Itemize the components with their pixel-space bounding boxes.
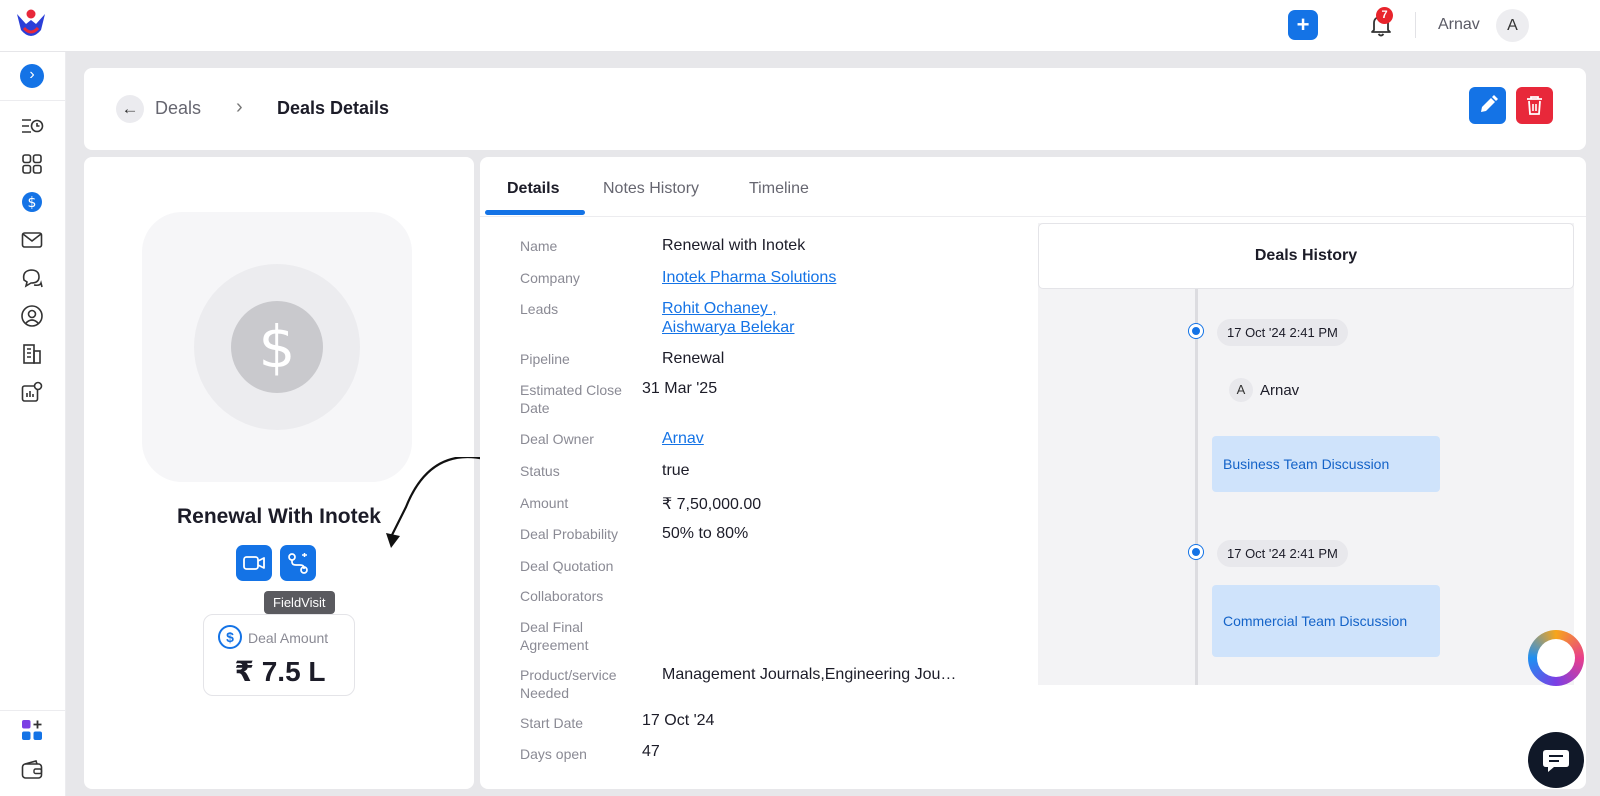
pipeline-label: Pipeline <box>520 351 570 367</box>
company-link[interactable]: Inotek Pharma Solutions <box>662 269 836 287</box>
deal-owner-label: Deal Owner <box>520 431 594 447</box>
sidebar: › $ <box>0 52 66 796</box>
assistant-ring-button[interactable] <box>1528 630 1584 686</box>
video-camera-icon <box>243 556 265 570</box>
deal-owner-link[interactable]: Arnav <box>662 430 704 448</box>
deal-title: Renewal With Inotek <box>176 505 381 528</box>
deal-amount-label: Deal Amount <box>248 630 329 646</box>
assistant-ring-center <box>1537 639 1575 677</box>
sidebar-divider-bottom <box>0 710 66 711</box>
lead-link-2[interactable]: Aishwarya Belekar <box>662 319 795 337</box>
tab-details[interactable]: Details <box>507 180 559 198</box>
history-time: 17 Oct '24 2:41 PM <box>1217 319 1348 346</box>
close-date-value: 31 Mar '25 <box>642 380 718 397</box>
timeline-dot <box>1189 324 1203 338</box>
quotation-label: Deal Quotation <box>520 558 614 574</box>
chevron-right-icon: › <box>236 96 243 118</box>
deal-summary-card: $ Renewal With Inotek FieldVisit $ Deal … <box>84 157 504 789</box>
sidebar-divider <box>0 100 66 101</box>
product-value: Management Journals,Engineering Jou… <box>662 666 957 683</box>
deals-history-panel: Deals History 17 Oct '24 2:41 PM A Arnav… <box>1038 223 1574 685</box>
apps-add-icon[interactable] <box>20 718 44 742</box>
route-pin-icon <box>288 553 308 574</box>
sidebar-expand-button[interactable]: › <box>20 64 44 88</box>
field-visit-button[interactable] <box>280 545 316 581</box>
history-time: 17 Oct '24 2:41 PM <box>1217 540 1348 567</box>
back-arrow-icon[interactable]: ← <box>116 95 144 123</box>
companies-building-icon[interactable] <box>20 342 44 366</box>
notification-count-badge: 7 <box>1376 7 1393 24</box>
topbar-divider <box>1415 12 1416 38</box>
deal-amount-card: $ Deal Amount ₹ 7.5 L <box>203 614 355 696</box>
dashboard-grid-icon[interactable] <box>20 152 44 176</box>
history-note[interactable]: Commercial Team Discussion <box>1212 585 1440 657</box>
app-logo-icon[interactable] <box>14 8 48 42</box>
name-value: Renewal with Inotek <box>662 237 806 254</box>
start-date-label: Start Date <box>520 715 584 731</box>
dollar-icon: $ <box>231 301 323 393</box>
probability-value: 50% to 80% <box>662 525 749 542</box>
dollar-circle-icon: $ <box>218 625 242 649</box>
pencil-icon <box>1481 95 1498 112</box>
delete-button[interactable] <box>1516 87 1553 124</box>
deal-image-circle: $ <box>194 264 360 430</box>
leads-label: Leads <box>520 301 559 317</box>
trash-icon <box>1527 96 1542 115</box>
history-user-name: Arnav <box>1260 382 1300 399</box>
status-label: Status <box>520 463 560 479</box>
contacts-user-icon[interactable] <box>20 304 44 328</box>
chat-bubble-icon <box>1543 750 1569 772</box>
timeline-dot <box>1189 545 1203 559</box>
user-name[interactable]: Arnav <box>1438 16 1480 34</box>
history-user-avatar: A <box>1229 378 1253 402</box>
breadcrumb-deals-link[interactable]: Deals <box>155 98 201 119</box>
active-tab-indicator <box>485 210 585 215</box>
timeline-line <box>1195 289 1198 685</box>
chat-support-button[interactable] <box>1528 732 1584 788</box>
page-title: Deals Details <box>277 98 390 118</box>
pipeline-value: Renewal <box>662 350 725 367</box>
add-new-button[interactable]: + <box>1288 10 1318 40</box>
days-open-label: Days open <box>520 746 587 762</box>
status-value: true <box>662 462 690 479</box>
name-label: Name <box>520 238 558 254</box>
chat-bubbles-icon[interactable] <box>20 266 44 290</box>
amount-value: ₹ 7,50,000.00 <box>662 496 762 513</box>
start-date-value: 17 Oct '24 <box>642 712 715 729</box>
wallet-icon[interactable] <box>20 758 44 782</box>
tab-bar: Details Notes History Timeline <box>480 157 1586 217</box>
user-avatar[interactable]: A <box>1496 9 1529 42</box>
days-open-value: 47 <box>642 743 660 760</box>
tab-timeline[interactable]: Timeline <box>749 180 809 198</box>
mail-icon[interactable] <box>20 228 44 252</box>
field-visit-tooltip: FieldVisit <box>264 591 335 614</box>
close-date-label: Estimated Close Date <box>520 382 622 416</box>
final-agreement-label: Deal Final Agreement <box>520 619 589 653</box>
svg-text:$: $ <box>28 195 37 211</box>
deal-image-placeholder: $ <box>142 212 412 482</box>
reports-settings-icon[interactable] <box>20 380 44 404</box>
amount-label: Amount <box>520 495 569 511</box>
probability-label: Deal Probability <box>520 526 619 542</box>
breadcrumb-header: ← Deals › Deals Details <box>84 68 1586 150</box>
tab-notes-history[interactable]: Notes History <box>603 180 699 198</box>
company-label: Company <box>520 270 580 286</box>
lead-link-1[interactable]: Rohit Ochaney , <box>662 300 777 318</box>
edit-button[interactable] <box>1469 87 1506 124</box>
deal-details-panel: Details Notes History Timeline Name Rene… <box>480 157 1586 789</box>
deals-dollar-icon[interactable]: $ <box>20 190 44 214</box>
product-label: Product/service Needed <box>520 667 617 701</box>
history-note[interactable]: Business Team Discussion <box>1212 436 1440 492</box>
deal-list-icon[interactable] <box>20 114 44 138</box>
video-call-button[interactable] <box>236 545 272 581</box>
deals-history-title: Deals History <box>1038 223 1574 289</box>
top-bar: + 7 Arnav A <box>0 0 1600 52</box>
deal-amount-value: ₹ 7.5 L <box>234 656 326 687</box>
collaborators-label: Collaborators <box>520 588 604 604</box>
